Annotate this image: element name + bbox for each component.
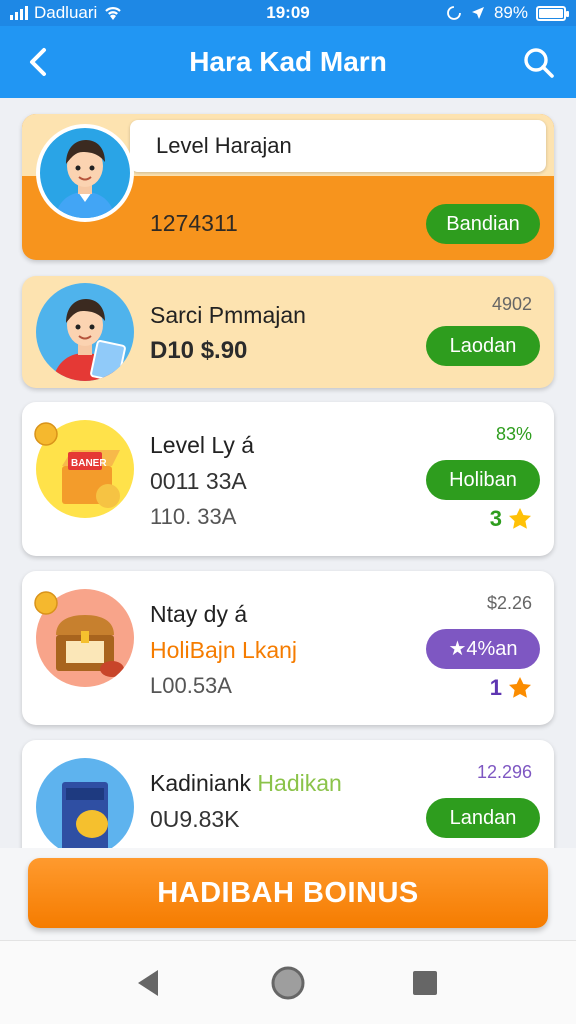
percent-badge-button[interactable]: ★4%an bbox=[426, 629, 540, 669]
nav-home-icon[interactable] bbox=[270, 965, 306, 1001]
star-icon bbox=[509, 508, 531, 529]
card-title: Level Ly á bbox=[150, 432, 254, 458]
sync-icon bbox=[447, 6, 461, 20]
coin-icon bbox=[34, 591, 58, 615]
rating: 3 bbox=[490, 506, 532, 532]
laodan-button[interactable]: Laodan bbox=[426, 326, 540, 366]
page-title: Hara Kad Marn bbox=[189, 46, 387, 77]
card-corner-value: 12.296 bbox=[476, 762, 532, 782]
location-arrow-icon bbox=[471, 7, 484, 19]
name-field-value: Level Harajan bbox=[156, 133, 292, 158]
card-value: 1274311 bbox=[150, 210, 238, 236]
status-right: 89% bbox=[446, 3, 569, 23]
battery-percent: 89% bbox=[493, 3, 528, 22]
svg-text:BANER: BANER bbox=[71, 458, 107, 469]
card-title: Kadiniank Hadikan bbox=[150, 770, 342, 797]
card-corner-value: 83% bbox=[495, 424, 532, 444]
list-item-sarci-pmmajan[interactable]: Sarci Pmmajan D10 $.90 4902 Laodan bbox=[22, 276, 554, 388]
cereal-box-icon bbox=[62, 782, 108, 852]
holiban-button[interactable]: Holiban bbox=[426, 460, 540, 500]
card-amount: D10 $.90 bbox=[150, 337, 248, 364]
list-item-ntay-dy[interactable]: Ntay dy á HoliBajn Lkanj L00.53A $2.26 ★… bbox=[22, 571, 554, 725]
nav-back-icon[interactable] bbox=[134, 968, 162, 998]
card-line1: 0011 33A bbox=[150, 468, 247, 494]
bandian-button[interactable]: Bandian bbox=[426, 204, 540, 244]
card-title-main: Kadiniank bbox=[150, 770, 252, 796]
coin-icon bbox=[34, 422, 58, 446]
system-nav-bar bbox=[0, 940, 576, 1024]
card-corner-value: 4902 bbox=[491, 294, 532, 314]
nav-recents-icon[interactable] bbox=[412, 970, 438, 996]
person-tablet-icon bbox=[52, 299, 126, 381]
card-title: Ntay dy á bbox=[150, 601, 248, 627]
landan-button[interactable]: Landan bbox=[426, 798, 540, 838]
card-subtitle: HoliBajn Lkanj bbox=[150, 637, 298, 663]
card-line2: L00.53A bbox=[150, 673, 232, 698]
list-item-level-ly[interactable]: BANER Level Ly á 0011 33A 110. 33A 83% H… bbox=[22, 402, 554, 556]
card-corner-value: $2.26 bbox=[486, 593, 532, 613]
star-icon bbox=[509, 677, 531, 698]
app-bar: Hara Kad Marn bbox=[0, 26, 576, 98]
person-icon bbox=[54, 140, 116, 218]
rating: 1 bbox=[490, 675, 532, 701]
avatar bbox=[36, 124, 134, 222]
list-item-level-harajan[interactable]: Level Harajan 1274311 Bandian bbox=[22, 114, 554, 260]
avatar bbox=[36, 283, 134, 381]
bonus-button[interactable]: HADIBAH BOINUS bbox=[28, 858, 548, 928]
rating-value: 1 bbox=[489, 675, 502, 700]
search-icon[interactable] bbox=[522, 46, 556, 80]
card-line1: 0U9.83K bbox=[150, 806, 240, 832]
card-line2: 110. 33A bbox=[150, 504, 237, 529]
battery-icon bbox=[536, 5, 569, 21]
status-bar: Dadluari 19:09 89% bbox=[0, 0, 576, 26]
name-field[interactable]: Level Harajan bbox=[130, 120, 546, 172]
avatar bbox=[36, 758, 134, 856]
card-title: Sarci Pmmajan bbox=[150, 302, 306, 328]
rating-value: 3 bbox=[489, 506, 502, 531]
card-title-highlight: Hadikan bbox=[257, 770, 342, 796]
